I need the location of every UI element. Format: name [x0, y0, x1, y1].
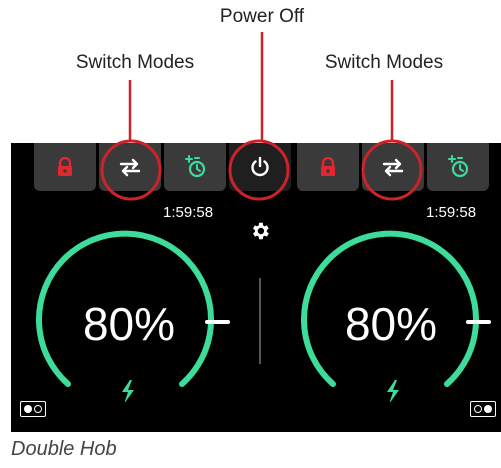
settings-button[interactable] — [249, 220, 271, 242]
swap-arrows-icon — [119, 158, 141, 177]
left-toggle-dot-inactive — [34, 405, 42, 413]
figure-caption: Double Hob — [11, 438, 117, 460]
hob-divider — [259, 278, 261, 364]
left-power-level: 80% — [82, 298, 176, 350]
left-boost-icon — [122, 380, 134, 402]
timer-add-icon — [185, 155, 206, 178]
power-off-button[interactable] — [229, 143, 291, 191]
gear-icon — [253, 222, 269, 240]
right-toggle-dot-active — [484, 405, 492, 413]
right-power-level: 80% — [344, 298, 438, 350]
switch-modes-left-annotation: Switch Modes — [75, 52, 195, 73]
swap-arrows-icon — [382, 158, 404, 177]
lock-icon — [58, 157, 72, 176]
right-toggle-dot-inactive — [474, 405, 482, 413]
right-timer-button[interactable] — [427, 143, 489, 191]
switch-modes-right-annotation: Switch Modes — [324, 52, 444, 73]
left-timer-button[interactable] — [164, 143, 226, 191]
timer-add-icon — [448, 155, 469, 178]
right-switch-modes-button[interactable] — [362, 143, 424, 191]
left-zone-toggle[interactable] — [20, 401, 46, 417]
left-switch-modes-button[interactable] — [99, 143, 161, 191]
right-lock-button[interactable] — [297, 143, 359, 191]
left-toggle-dot-active — [24, 405, 32, 413]
power-icon — [251, 156, 269, 177]
right-boost-icon — [387, 380, 399, 402]
left-lock-button[interactable] — [34, 143, 96, 191]
right-zone-toggle[interactable] — [470, 401, 496, 417]
power-off-annotation: Power Off — [219, 6, 305, 27]
lock-icon — [321, 157, 335, 176]
